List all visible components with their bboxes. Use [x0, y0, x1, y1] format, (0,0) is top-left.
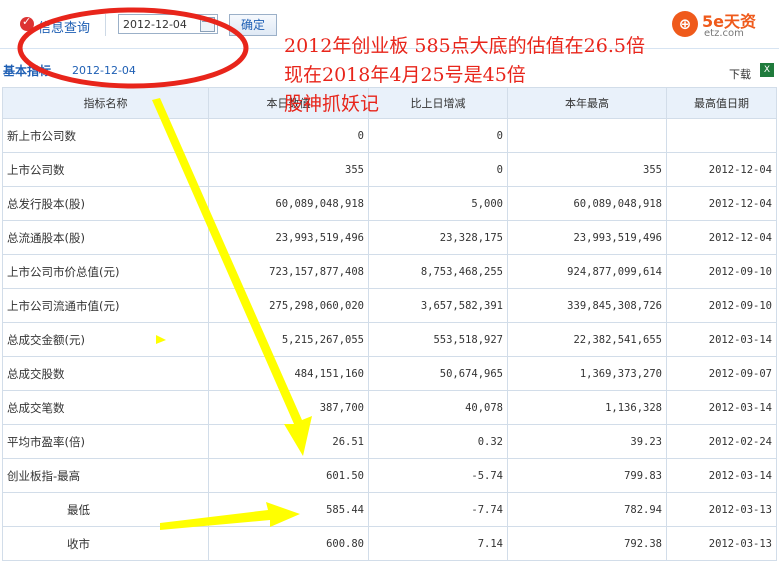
table-row: 创业板指-最高 601.50 -5.74 799.83 2012-03-14	[2, 458, 777, 493]
cell-value: 2012-03-14	[666, 322, 777, 357]
cell-value: 23,993,519,496	[208, 220, 369, 255]
cell-value: 60,089,048,918	[507, 186, 667, 221]
cell-value: 0	[368, 152, 508, 187]
row-label: 总成交笔数	[2, 390, 209, 425]
cell-value: 600.80	[208, 526, 369, 561]
cell-value: 3,657,582,391	[368, 288, 508, 323]
cell-value: 601.50	[208, 458, 369, 493]
row-label: 新上市公司数	[2, 118, 209, 153]
col-header-name: 指标名称	[2, 87, 209, 119]
cell-value: 585.44	[208, 492, 369, 527]
table-row: 收市 600.80 7.14 792.38 2012-03-13	[2, 526, 777, 561]
cell-value: 553,518,927	[368, 322, 508, 357]
cell-value: 275,298,060,020	[208, 288, 369, 323]
cell-value: 2012-03-13	[666, 492, 777, 527]
cell-value	[507, 118, 667, 153]
cell-value: 2012-03-13	[666, 526, 777, 561]
row-label: 总发行股本(股)	[2, 186, 209, 221]
cell-value: 2012-03-14	[666, 458, 777, 493]
cell-value: 39.23	[507, 424, 667, 459]
annotation-text: 2012年创业板 585点大底的估值在26.5倍 现在2018年4月25号是45…	[284, 32, 645, 119]
cell-value: -5.74	[368, 458, 508, 493]
cell-value: 1,369,373,270	[507, 356, 667, 391]
row-label: 创业板指-最高	[2, 458, 209, 493]
annotation-line-2: 现在2018年4月25号是45倍	[284, 64, 526, 86]
cell-value	[666, 118, 777, 153]
cell-value: 26.51	[208, 424, 369, 459]
row-label: 总成交股数	[2, 356, 209, 391]
cell-value: 0.32	[368, 424, 508, 459]
logo-mark-icon: ⊕	[672, 11, 698, 37]
cell-value: 2012-12-04	[666, 152, 777, 187]
table-row: 总成交金额(元) 5,215,267,055 553,518,927 22,382,5…	[2, 322, 777, 357]
logo-url: etz.com	[704, 28, 744, 39]
cell-value: 5,215,267,055	[208, 322, 369, 357]
table-row: 上市公司数 355 0 355 2012-12-04	[2, 152, 777, 187]
cell-value: -7.74	[368, 492, 508, 527]
cell-value: 782.94	[507, 492, 667, 527]
cell-value: 2012-09-10	[666, 288, 777, 323]
row-label: 上市公司流通市值(元)	[2, 288, 209, 323]
section-date: 2012-12-04	[72, 64, 136, 77]
calendar-icon[interactable]	[200, 17, 215, 32]
cell-value: 484,151,160	[208, 356, 369, 391]
cell-value: 387,700	[208, 390, 369, 425]
cell-value: 1,136,328	[507, 390, 667, 425]
row-label: 上市公司市价总值(元)	[2, 254, 209, 289]
cell-value: 355	[507, 152, 667, 187]
cell-value: 60,089,048,918	[208, 186, 369, 221]
table-row: 总成交股数 484,151,160 50,674,965 1,369,373,270 2…	[2, 356, 777, 391]
cell-value: 8,753,468,255	[368, 254, 508, 289]
table-row: 上市公司市价总值(元) 723,157,877,408 8,753,468,255 9…	[2, 254, 777, 289]
section-title: 基本指标	[3, 64, 52, 78]
cell-value: 23,328,175	[368, 220, 508, 255]
table-row: 上市公司流通市值(元) 275,298,060,020 3,657,582,391 3…	[2, 288, 777, 323]
confirm-button[interactable]: 确定	[229, 14, 277, 36]
table-row: 新上市公司数 0 0	[2, 118, 777, 153]
cell-value: 5,000	[368, 186, 508, 221]
excel-icon[interactable]: X	[760, 63, 774, 77]
cell-value: 2012-03-14	[666, 390, 777, 425]
cell-value: 355	[208, 152, 369, 187]
cell-value: 924,877,099,614	[507, 254, 667, 289]
table-row: 平均市盈率(倍) 26.51 0.32 39.23 2012-02-24	[2, 424, 777, 459]
table-row: 总成交笔数 387,700 40,078 1,136,328 2012-03-14	[2, 390, 777, 425]
cell-value: 2012-12-04	[666, 186, 777, 221]
cell-value: 2012-09-10	[666, 254, 777, 289]
cell-value: 2012-09-07	[666, 356, 777, 391]
cell-value: 0	[368, 118, 508, 153]
cell-value: 2012-02-24	[666, 424, 777, 459]
toolbar-divider	[105, 14, 106, 36]
site-logo[interactable]: ⊕ 5e天资 etz.com	[672, 8, 776, 42]
row-label: 总成交金额(元)	[2, 322, 209, 357]
info-query-link[interactable]: 信息查询	[38, 17, 90, 36]
table-row: 总流通股本(股) 23,993,519,496 23,328,175 23,993,5…	[2, 220, 777, 255]
cell-value: 40,078	[368, 390, 508, 425]
annotation-line-1: 2012年创业板 585点大底的估值在26.5倍	[284, 35, 645, 57]
indicator-table: 指标名称 本日数值 比上日增减 本年最高 最高值日期 新上市公司数 0 0 上市公司数…	[2, 87, 777, 561]
cell-value: 799.83	[507, 458, 667, 493]
cell-value: 723,157,877,408	[208, 254, 369, 289]
row-label: 收市	[2, 526, 209, 561]
cell-value: 50,674,965	[368, 356, 508, 391]
cell-value: 23,993,519,496	[507, 220, 667, 255]
check-icon	[20, 15, 34, 31]
cell-value: 22,382,541,655	[507, 322, 667, 357]
annotation-line-3: 股神抓妖记	[284, 93, 380, 115]
cell-value: 792.38	[507, 526, 667, 561]
table-row: 最低 585.44 -7.74 782.94 2012-03-13	[2, 492, 777, 527]
row-label: 最低	[2, 492, 209, 527]
cell-value: 0	[208, 118, 369, 153]
cell-value: 339,845,308,726	[507, 288, 667, 323]
cell-value: 2012-12-04	[666, 220, 777, 255]
cell-value: 7.14	[368, 526, 508, 561]
row-label: 平均市盈率(倍)	[2, 424, 209, 459]
download-link[interactable]: 下载	[729, 66, 751, 82]
table-row: 总发行股本(股) 60,089,048,918 5,000 60,089,048,91…	[2, 186, 777, 221]
row-label: 上市公司数	[2, 152, 209, 187]
row-label: 总流通股本(股)	[2, 220, 209, 255]
col-header-high-date: 最高值日期	[666, 87, 777, 119]
